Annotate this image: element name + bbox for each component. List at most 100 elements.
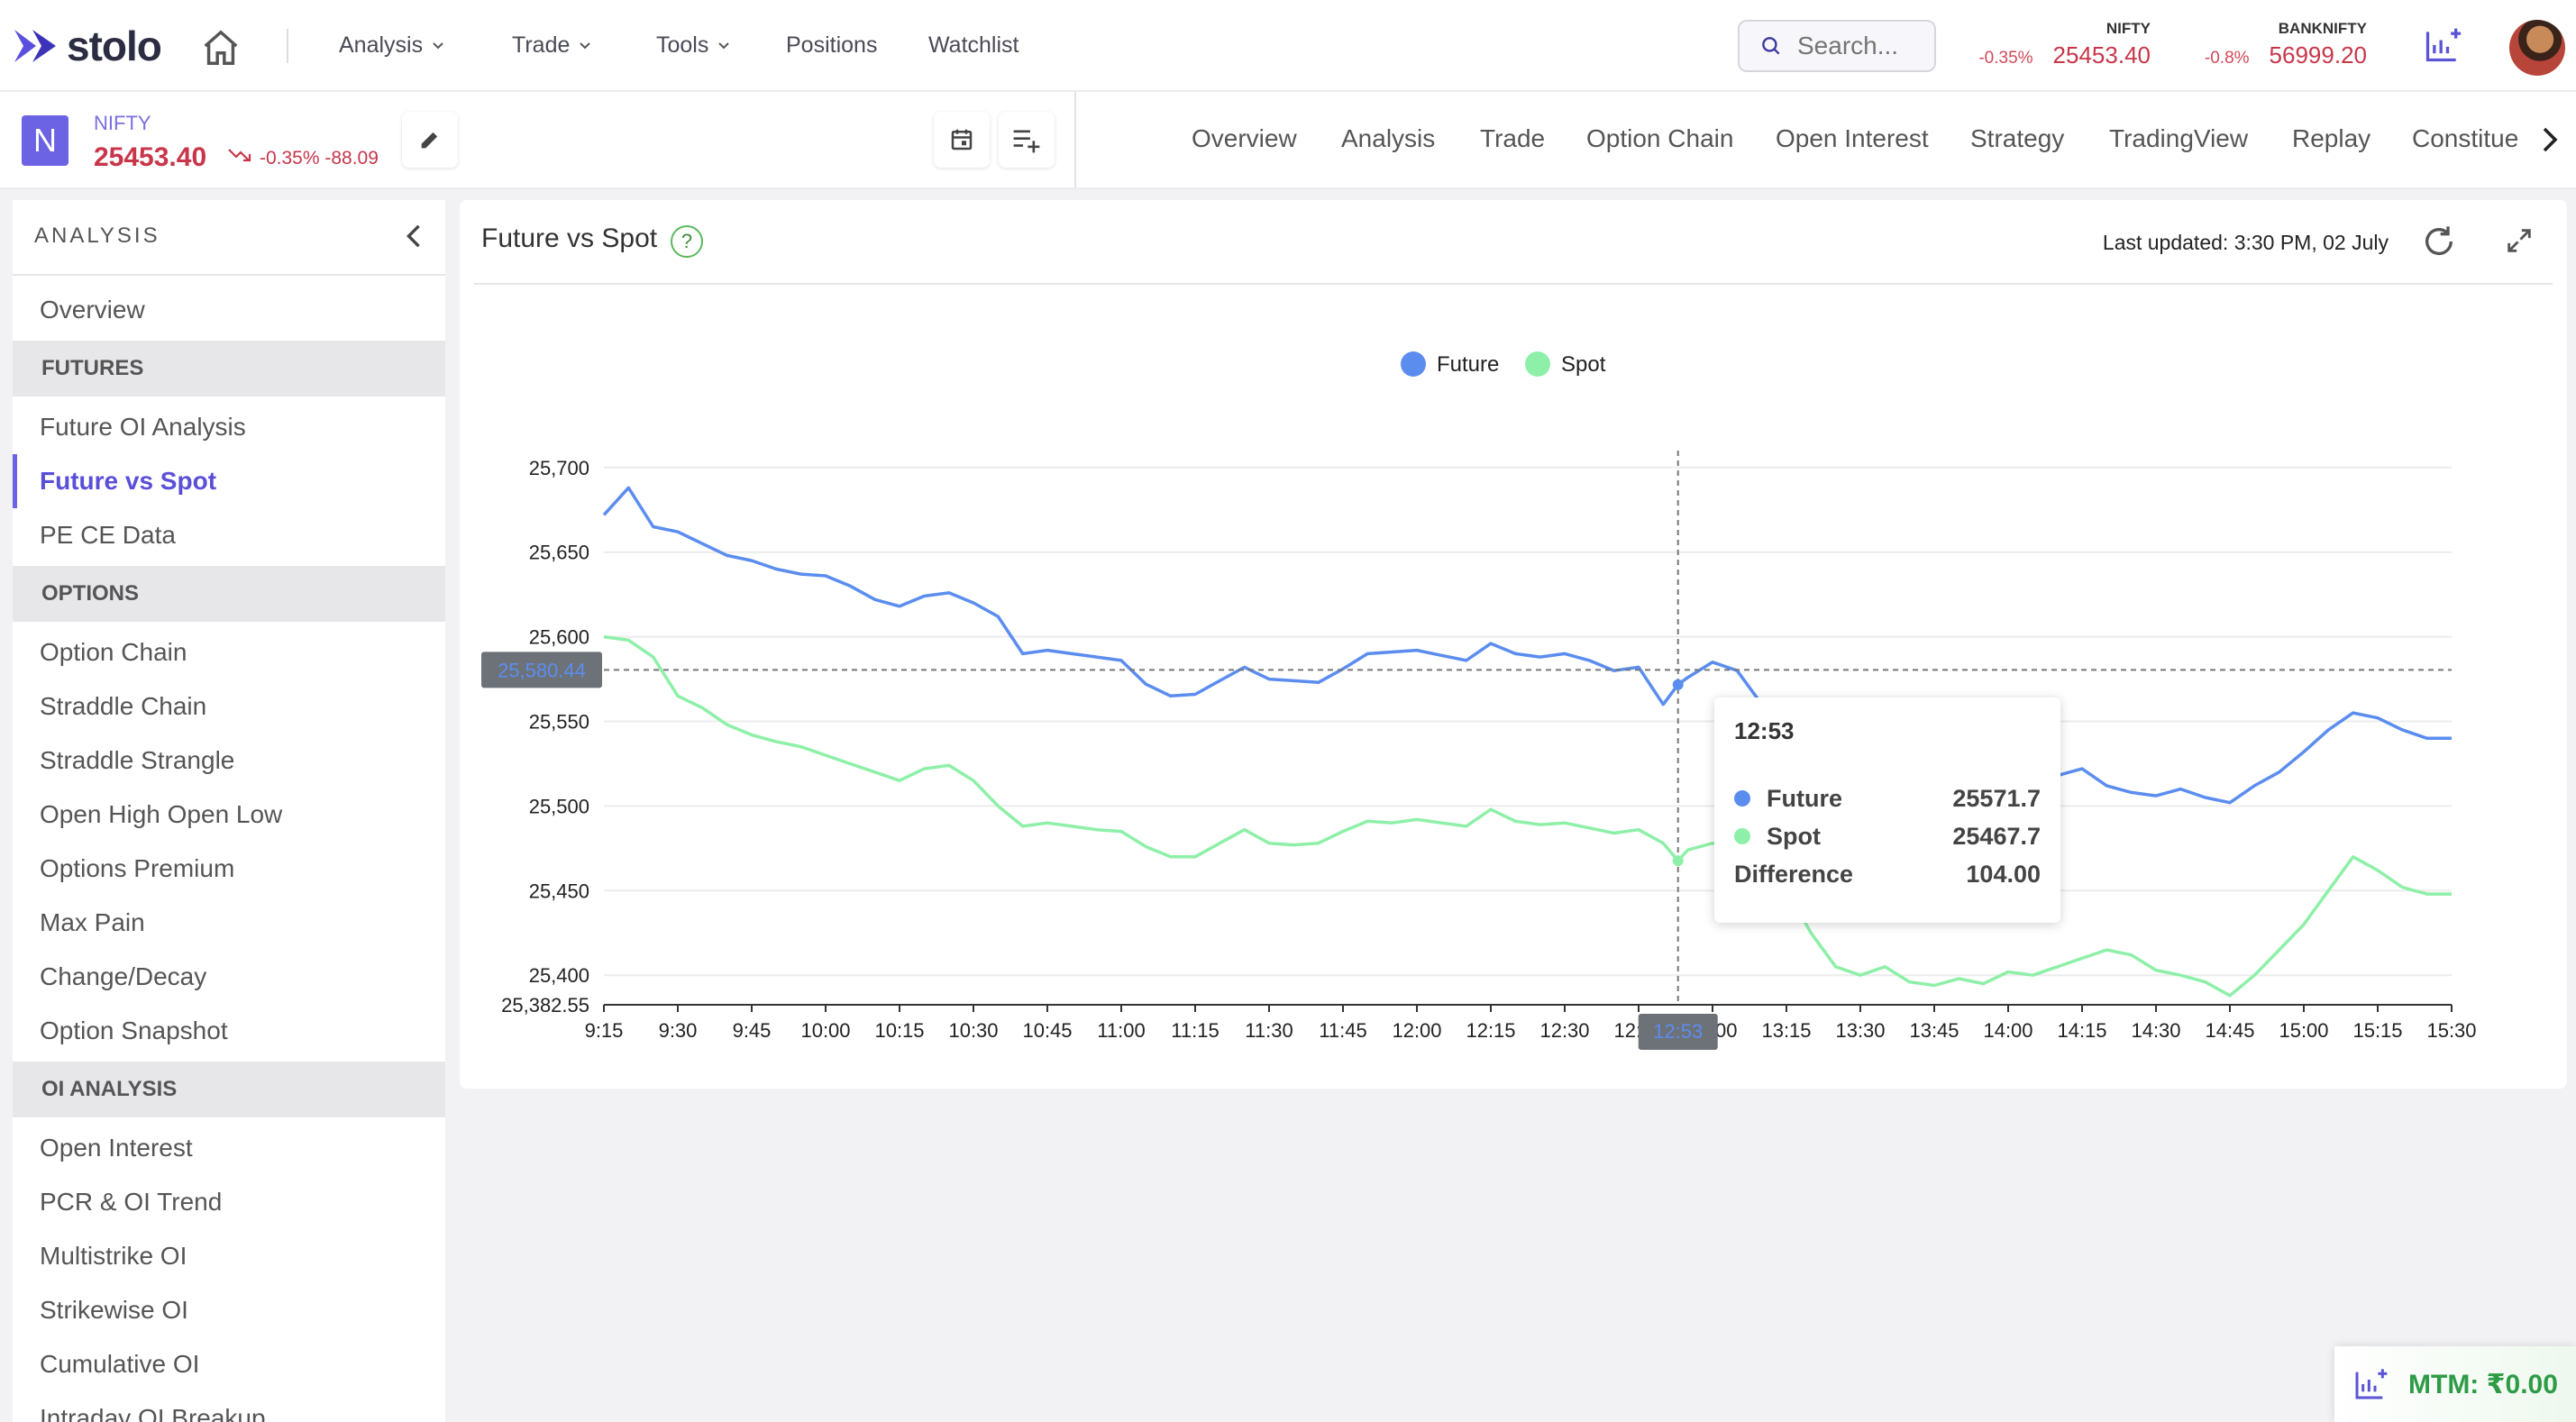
tab-replay[interactable]: Replay (2292, 124, 2370, 153)
sidebar-item-intraday-oi-breakup[interactable]: Intraday OI Breakup (13, 1391, 445, 1422)
y-tick-label: 25,550 (529, 711, 589, 734)
x-tick-label: 12:15 (1466, 1019, 1515, 1042)
sidebar-item-cumulative-oi[interactable]: Cumulative OI (13, 1337, 445, 1391)
nav-watchlist[interactable]: Watchlist (928, 32, 1019, 59)
sidebar-section-oi-analysis: OI ANALYSIS (13, 1062, 445, 1117)
tab-analysis[interactable]: Analysis (1341, 124, 1435, 153)
logo-mark-icon (14, 30, 56, 62)
home-icon[interactable] (200, 27, 242, 68)
sidebar-item-open-high-open-low[interactable]: Open High Open Low (13, 788, 445, 842)
tooltip-diff-label: Difference (1734, 860, 1854, 888)
x-tick-label: 15:30 (2426, 1019, 2476, 1042)
y-tick-label: 25,600 (529, 626, 589, 649)
sidebar-item-pcr-oi-trend[interactable]: PCR & OI Trend (13, 1175, 445, 1229)
search-box[interactable] (1738, 20, 1936, 72)
sidebar-item-multistrike-oi[interactable]: Multistrike OI (13, 1229, 445, 1283)
tooltip-row-future: Future 25571.7 (1734, 779, 2041, 817)
tab-overview[interactable]: Overview (1192, 124, 1297, 153)
tooltip-future-label: Future (1767, 784, 1842, 812)
tab-tradingview[interactable]: TradingView (2109, 124, 2248, 153)
y-min-label: 25,382.55 (501, 994, 589, 1016)
legend-label-future: Future (1437, 352, 1499, 377)
sidebar-section-futures: FUTURES (13, 341, 445, 397)
nav-analysis-label: Analysis (339, 32, 424, 58)
tab-open-interest[interactable]: Open Interest (1776, 124, 1929, 153)
sidebar-item-strikewise-oi[interactable]: Strikewise OI (13, 1283, 445, 1337)
x-tick-label: 11:30 (1245, 1019, 1293, 1042)
mtm-widget[interactable]: MTM: ₹0.00 (2334, 1346, 2576, 1422)
nav-tools[interactable]: Tools (656, 32, 730, 59)
sidebar-item-open-interest[interactable]: Open Interest (13, 1121, 445, 1175)
ticker-name: BANKNIFTY (2278, 20, 2367, 37)
user-avatar[interactable] (2509, 20, 2565, 76)
tab-strategy[interactable]: Strategy (1970, 124, 2064, 153)
tab-option-chain[interactable]: Option Chain (1586, 124, 1733, 153)
tooltip-spot-label: Spot (1767, 822, 1821, 850)
sidebar-item-option-snapshot[interactable]: Option Snapshot (13, 1004, 445, 1058)
search-input[interactable] (1795, 31, 1934, 61)
tooltip-diff-value: 104.00 (1966, 860, 2041, 888)
future-spot-chart[interactable]: 25,400 25,450 25,500 25,550 25,600 25,650 25,7… (460, 200, 2567, 1089)
tooltip-row-difference: Difference 104.00 (1734, 855, 2041, 893)
y-tick-label: 25,450 (529, 880, 589, 902)
tooltip-time: 12:53 (1734, 717, 1795, 744)
ticker-banknifty[interactable]: BANKNIFTY -0.8% 56999.20 (2196, 20, 2367, 69)
nav-analysis[interactable]: Analysis (339, 32, 444, 59)
x-tick-label: 12:00 (1392, 1019, 1441, 1042)
nav-trade[interactable]: Trade (512, 32, 591, 59)
symbar-divider (1074, 92, 1076, 187)
chevron-down-icon (433, 41, 443, 49)
tab-constituents[interactable]: Constitue (2412, 124, 2518, 153)
chart-tooltip: 12:53 Future 25571.7 Spot 25467.7 Differ… (1714, 697, 2060, 923)
x-tick-label: 13:45 (1909, 1019, 1959, 1042)
y-tick-label: 25,500 (529, 795, 589, 817)
x-tick-label: 12:30 (1539, 1019, 1589, 1042)
chevron-right-icon[interactable] (2538, 126, 2562, 153)
sidebar-item-option-chain[interactable]: Option Chain (13, 625, 445, 679)
add-to-watchlist-button[interactable] (999, 112, 1055, 168)
sidebar-item-max-pain[interactable]: Max Pain (13, 896, 445, 950)
sidebar-item-future-oi-analysis[interactable]: Future OI Analysis (13, 400, 445, 454)
x-tick-label: 15:15 (2352, 1019, 2402, 1042)
x-tick-label: 13:15 (1761, 1019, 1811, 1042)
legend-dot-spot (1525, 351, 1550, 377)
nav-watchlist-label: Watchlist (928, 32, 1019, 58)
sidebar-item-pe-ce-data[interactable]: PE CE Data (13, 508, 445, 562)
chevron-left-icon[interactable] (406, 223, 422, 249)
search-icon (1762, 37, 1780, 55)
sidebar-item-options-premium[interactable]: Options Premium (13, 842, 445, 896)
sidebar-item-overview[interactable]: Overview (13, 283, 445, 337)
calendar-button[interactable] (934, 112, 990, 168)
x-tick-label: 9:45 (733, 1019, 772, 1042)
nav-trade-label: Trade (512, 32, 571, 58)
x-tick-label: 9:30 (659, 1019, 698, 1042)
nav-tools-label: Tools (656, 32, 709, 58)
symbol-name[interactable]: NIFTY (94, 112, 151, 135)
x-tick-label: 13:30 (1835, 1019, 1885, 1042)
ticker-value: 56999.20 (2269, 41, 2367, 68)
ticker-nifty[interactable]: NIFTY -0.35% 25453.40 (1974, 20, 2151, 69)
sidebar-item-future-vs-spot[interactable]: Future vs Spot (13, 454, 445, 508)
sidebar-item-straddle-chain[interactable]: Straddle Chain (13, 679, 445, 734)
top-navbar: stolo Analysis Trade Tools Positions Wat… (0, 0, 2576, 92)
symbol-price: 25453.40 (94, 142, 207, 172)
sidebar-item-change-decay[interactable]: Change/Decay (13, 950, 445, 1004)
y-tick-label: 25,700 (529, 457, 589, 479)
edit-symbol-button[interactable] (402, 112, 458, 168)
brand-name: stolo (67, 23, 162, 69)
x-tick-label: 10:15 (874, 1019, 924, 1042)
add-chart-icon[interactable] (2423, 25, 2462, 65)
y-tick-label: 25,400 (529, 964, 589, 987)
hover-point-spot (1672, 855, 1684, 867)
tab-trade[interactable]: Trade (1480, 124, 1545, 153)
calendar-icon (951, 129, 973, 150)
nav-positions[interactable]: Positions (786, 32, 877, 59)
sidebar-item-straddle-strangle[interactable]: Straddle Strangle (13, 734, 445, 788)
series-line-spot (603, 634, 2452, 998)
playlist-add-icon (1013, 130, 1040, 153)
legend-dot-future (1401, 351, 1426, 377)
stolo-logo[interactable]: stolo (14, 22, 162, 70)
mtm-value: MTM: ₹0.00 (2408, 1369, 2558, 1399)
pencil-icon (421, 132, 438, 149)
symbol-badge: N (22, 115, 69, 166)
